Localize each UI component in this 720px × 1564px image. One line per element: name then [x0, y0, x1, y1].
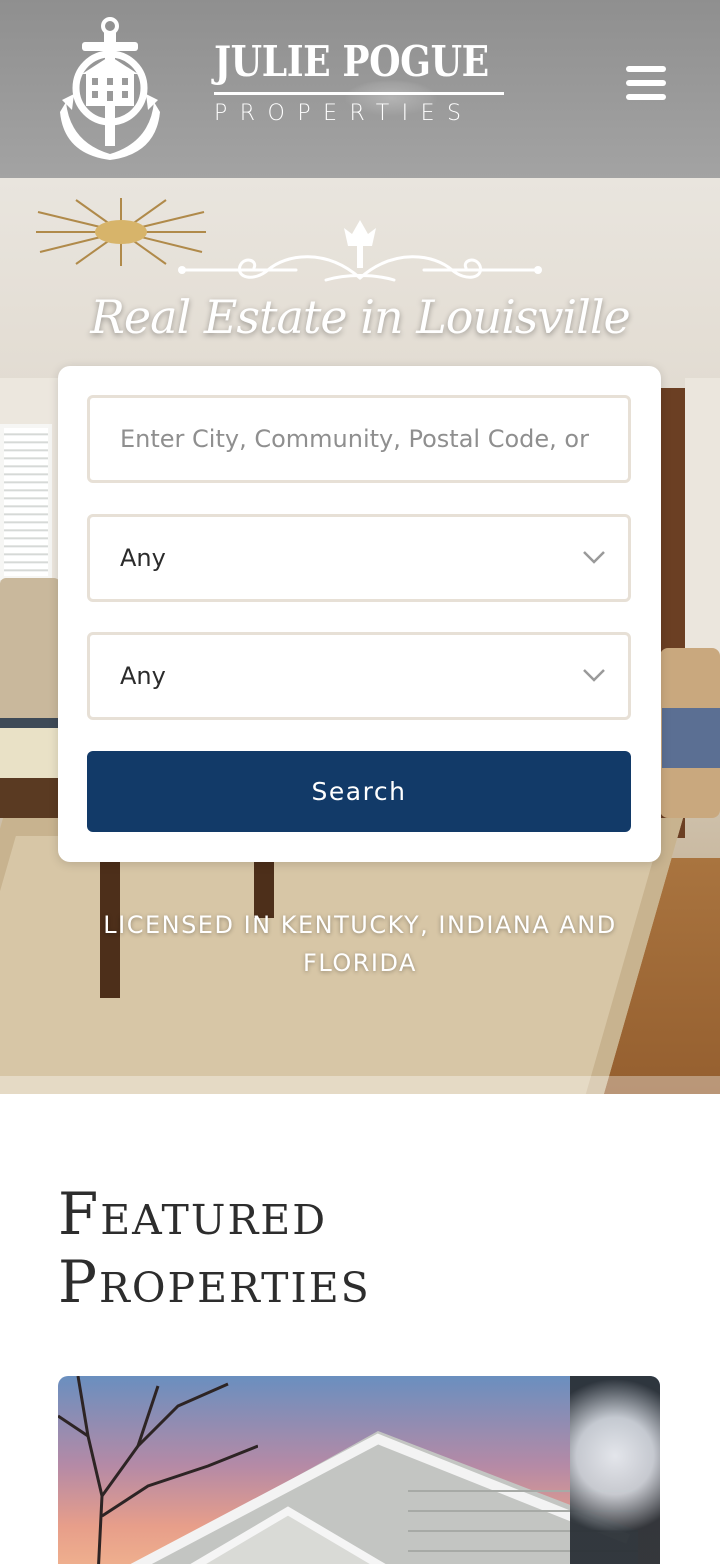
hero-tagline: Real Estate in Louisville — [90, 290, 631, 344]
chevron-down-icon — [583, 669, 605, 682]
decorative-flourish-icon — [178, 220, 542, 282]
menu-bar — [626, 66, 666, 72]
brand-divider — [214, 92, 504, 95]
hero-bg-cushion — [662, 708, 720, 768]
hero-bg-wall-right — [685, 378, 720, 678]
featured-heading-line: Properties — [58, 1248, 371, 1316]
hero-bg-model-house — [0, 718, 58, 778]
property-search-card: Any Any Search — [58, 366, 661, 862]
filter-select-one-value: Any — [120, 544, 166, 572]
brand-subtitle: PROPERTIES — [214, 101, 474, 126]
brand-name: JULIE POGUE — [214, 37, 489, 86]
filter-select-two-value: Any — [120, 662, 166, 690]
hero-bg-sofa — [0, 578, 60, 728]
brand-wordmark[interactable]: JULIE POGUE PROPERTIES — [214, 36, 506, 126]
chevron-down-icon — [583, 551, 605, 564]
property-photo-snowy-tree — [570, 1376, 660, 1564]
location-search-input[interactable] — [90, 398, 628, 480]
search-button[interactable]: Search — [87, 751, 631, 832]
featured-heading-line: Featured — [58, 1180, 328, 1248]
menu-bar — [626, 94, 666, 100]
filter-select-two[interactable]: Any — [87, 632, 631, 720]
property-photo-house — [130, 1431, 638, 1564]
featured-property-card[interactable] — [58, 1376, 660, 1564]
filter-select-one[interactable]: Any — [87, 514, 631, 602]
license-text: LICENSED IN KENTUCKY, INDIANA AND FLORID… — [103, 911, 617, 977]
location-search-field[interactable] — [87, 395, 631, 483]
site-header: JULIE POGUE PROPERTIES — [0, 0, 720, 178]
featured-properties-heading: Featured Properties — [58, 1180, 658, 1316]
anchor-house-logo-icon[interactable] — [58, 16, 162, 160]
hamburger-menu-icon[interactable] — [626, 66, 670, 106]
hero-bg-window — [0, 424, 52, 580]
menu-bar — [626, 80, 666, 86]
hero-bottom-band — [0, 1076, 720, 1094]
